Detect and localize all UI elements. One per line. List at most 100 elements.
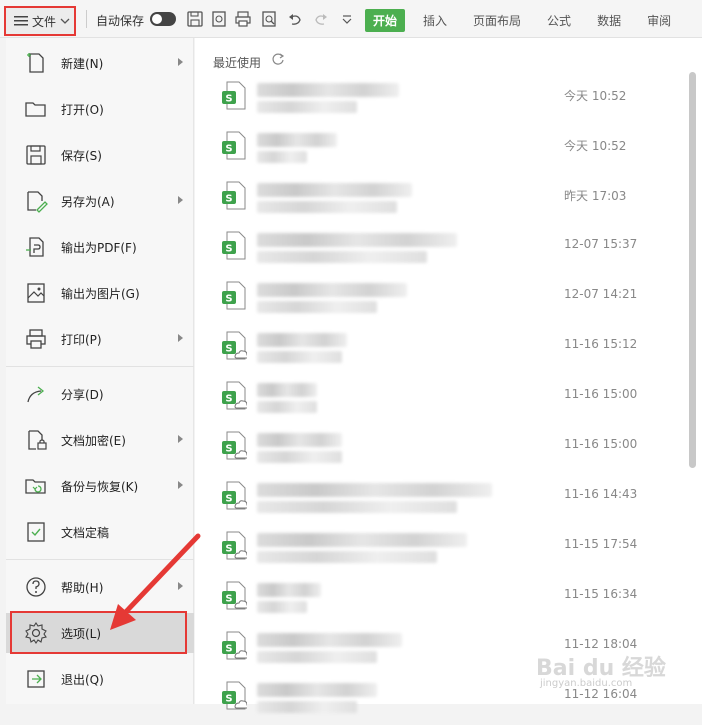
print-preview-icon[interactable] [260,10,278,28]
file-time: 今天 10:52 [564,139,627,153]
spreadsheet-file-icon: S [222,231,246,260]
tab-review[interactable]: 审阅 [639,9,679,32]
blurred-filepath [257,101,357,113]
menu-item-print[interactable]: 打印(P) [6,319,194,359]
export-pdf-icon[interactable] [210,10,228,28]
scrollbar[interactable] [689,72,696,468]
tab-page-layout[interactable]: 页面布局 [465,9,529,32]
spreadsheet-file-icon: S [222,81,246,110]
menu-divider [6,559,194,560]
svg-text:S: S [225,144,232,155]
file-menu-button[interactable]: 文件 [4,6,76,36]
svg-text:S: S [225,694,232,705]
undo-icon[interactable] [286,10,304,28]
menu-divider [6,366,194,367]
autosave-label: 自动保存 [96,14,145,28]
blurred-filename [257,133,337,147]
blurred-filename [257,333,347,347]
tab-insert[interactable]: 插入 [415,9,455,32]
recent-file-row[interactable]: S 11-15 17:54 [195,525,685,575]
menu-item-share[interactable]: 分享(D) [6,374,194,414]
menu-item-help[interactable]: 帮助(H) [6,567,194,607]
spreadsheet-file-icon: S [222,381,247,410]
file-menu-panel: 新建(N) 打开(O) 保存(S) 另存为(A) 输出为PDF(F) 输出为图片… [6,38,194,704]
blurred-filepath [257,251,427,263]
recent-file-row[interactable]: S 11-16 14:43 [195,475,685,525]
svg-text:S: S [225,594,232,605]
top-toolbar: 文件 自动保存 开始 插入 页面布局 公式 数据 审阅 [0,0,702,38]
chevron-down-icon [60,18,70,24]
blurred-filepath [257,201,397,213]
menu-item-exit[interactable]: 退出(Q) [6,659,194,699]
svg-text:S: S [225,94,232,105]
tab-data[interactable]: 数据 [589,9,629,32]
encrypt-doc-icon [28,430,47,450]
svg-text:S: S [225,294,232,305]
menu-item-save[interactable]: 保存(S) [6,135,194,175]
menu-item-backup[interactable]: 备份与恢复(K) [6,466,194,506]
menu-item-export-image[interactable]: 输出为图片(G) [6,273,194,313]
blurred-filename [257,83,399,97]
tab-formula[interactable]: 公式 [539,9,579,32]
blurred-filename [257,583,321,597]
file-time: 11-16 15:12 [564,337,638,351]
blurred-filepath [257,151,307,163]
pdf-export-icon [26,237,44,257]
menu-item-encrypt[interactable]: 文档加密(E) [6,420,194,460]
blurred-filename [257,633,402,647]
svg-text:S: S [225,394,232,405]
blurred-filepath [257,451,342,463]
recent-file-row[interactable]: S 今天 10:52 [195,125,685,175]
blurred-filename [257,233,457,247]
file-time: 11-12 18:04 [564,637,638,651]
redo-icon[interactable] [312,10,330,28]
printer-icon [26,329,46,349]
file-time: 11-16 15:00 [564,387,638,401]
tab-home[interactable]: 开始 [365,9,406,32]
menu-item-open[interactable]: 打开(O) [6,89,194,129]
blurred-filepath [257,601,307,613]
options-highlight-box [10,611,187,654]
menu-item-finalize[interactable]: 文档定稿 [6,512,194,552]
blurred-filename [257,383,317,397]
recent-file-row[interactable]: S 11-16 15:12 [195,325,685,375]
menu-item-save-as[interactable]: 另存为(A) [6,181,194,221]
svg-text:S: S [225,344,232,355]
print-icon[interactable] [234,10,252,28]
recent-file-row[interactable]: S 今天 10:52 [195,75,685,125]
recent-file-row[interactable]: S 12-07 15:37 [195,225,685,275]
spreadsheet-file-icon: S [222,531,247,560]
blurred-filepath [257,301,377,313]
exit-icon [27,670,45,688]
save-icon [26,145,46,165]
image-export-icon [27,283,45,303]
spreadsheet-file-icon: S [222,631,247,660]
recent-file-row[interactable]: S 11-16 15:00 [195,425,685,475]
svg-text:S: S [225,644,232,655]
blurred-filepath [257,501,457,513]
autosave-toggle[interactable] [150,12,176,26]
hamburger-icon [14,16,28,26]
recent-file-row[interactable]: S 昨天 17:03 [195,175,685,225]
save-icon[interactable] [186,10,204,28]
ribbon-tabs: 开始 插入 页面布局 公式 数据 审阅 [365,9,689,32]
svg-text:S: S [225,444,232,455]
quick-access-dropdown-icon[interactable] [338,10,356,28]
file-time: 11-16 14:43 [564,487,638,501]
recent-file-row[interactable]: S 12-07 14:21 [195,275,685,325]
recent-file-row[interactable]: S 11-16 15:00 [195,375,685,425]
blurred-filepath [257,701,357,713]
blurred-filename [257,433,342,447]
menu-item-export-pdf[interactable]: 输出为PDF(F) [6,227,194,267]
spreadsheet-file-icon: S [222,581,247,610]
file-time: 12-07 14:21 [564,287,638,301]
svg-text:S: S [225,244,232,255]
recent-file-row[interactable]: S 11-15 16:34 [195,575,685,625]
watermark-subtext: jingyan.baidu.com [540,678,633,689]
submenu-arrow-icon [178,196,183,204]
new-file-icon [27,53,44,73]
file-time: 今天 10:52 [564,89,627,103]
refresh-icon[interactable] [271,52,285,66]
menu-item-new[interactable]: 新建(N) [6,43,194,83]
save-as-icon [27,191,48,213]
